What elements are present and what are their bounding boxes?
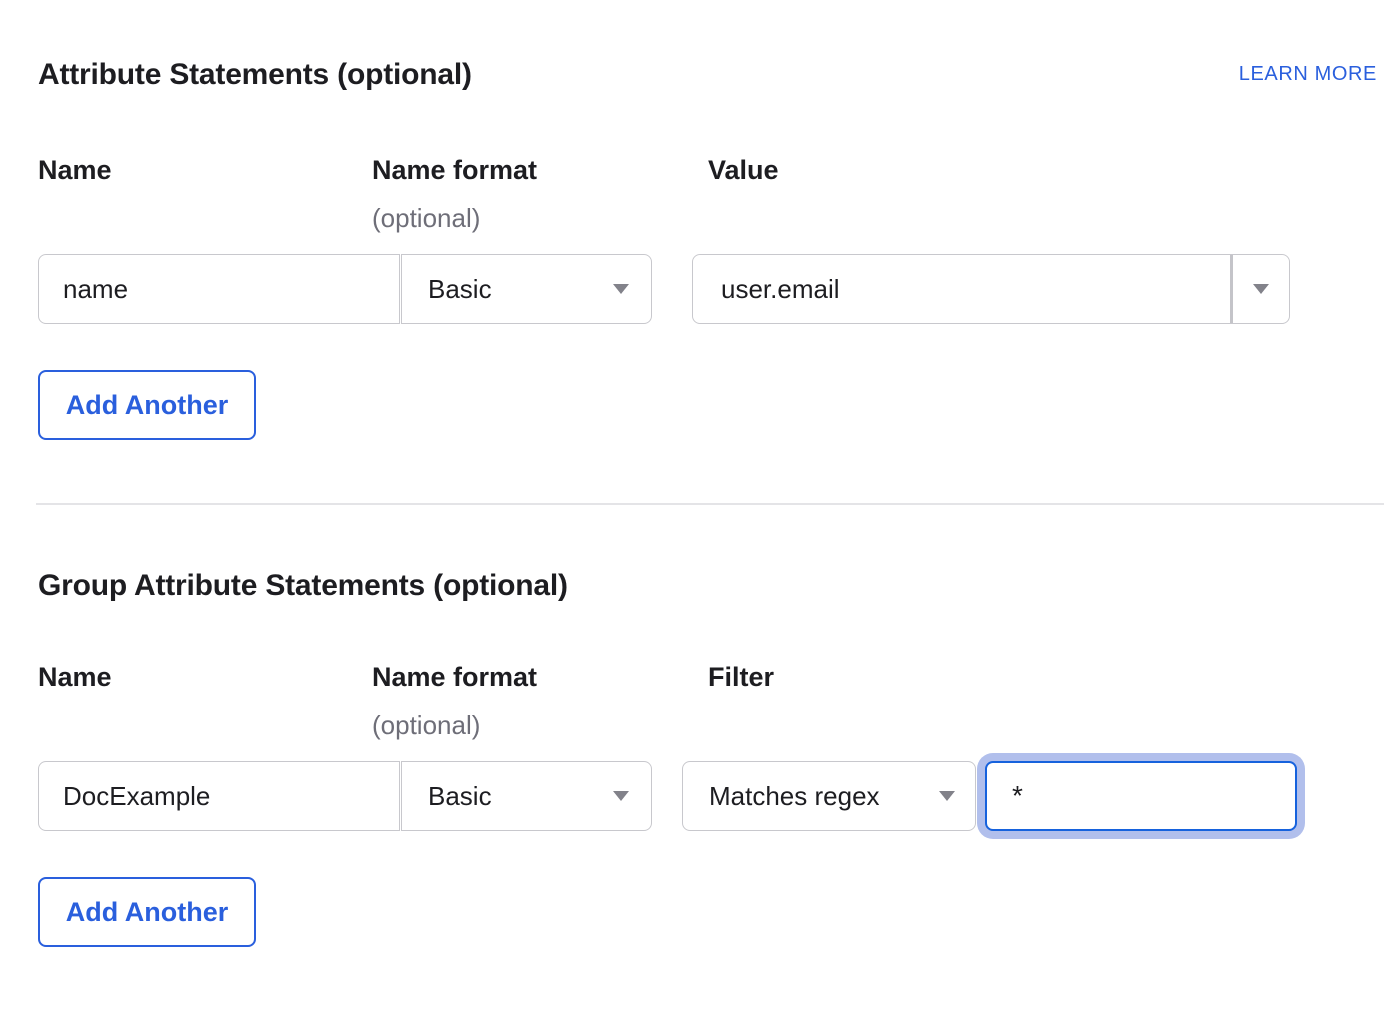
column-label-name: Name <box>38 155 372 185</box>
column-note-optional: (optional) <box>372 203 708 233</box>
add-another-button[interactable]: Add Another <box>38 877 256 947</box>
attribute-statements-section: Attribute Statements (optional) LEARN MO… <box>38 57 1377 440</box>
attribute-statement-row: Basic <box>38 254 1377 324</box>
chevron-down-icon <box>613 791 629 801</box>
column-label-value: Value <box>708 155 1377 185</box>
add-another-button[interactable]: Add Another <box>38 370 256 440</box>
attribute-statements-column-labels: Name Name format (optional) Value <box>38 155 1377 233</box>
attribute-value-combo <box>692 254 1290 324</box>
group-attribute-name-input[interactable] <box>38 761 400 831</box>
name-and-format-group: Basic <box>38 254 652 324</box>
filter-type-selected-value: Matches regex <box>709 781 880 812</box>
chevron-down-icon <box>1253 284 1269 294</box>
group-attribute-statement-row: Basic Matches regex <box>38 761 1377 831</box>
group-name-format-selected-value: Basic <box>428 781 492 812</box>
name-format-select[interactable]: Basic <box>401 254 652 324</box>
attribute-name-input[interactable] <box>38 254 400 324</box>
filter-type-select[interactable]: Matches regex <box>682 761 976 831</box>
chevron-down-icon <box>939 791 955 801</box>
learn-more-link[interactable]: LEARN MORE <box>1239 60 1377 88</box>
group-name-and-format-group: Basic <box>38 761 652 831</box>
name-format-selected-value: Basic <box>428 274 492 305</box>
group-attribute-statements-section: Group Attribute Statements (optional) Na… <box>38 568 1377 947</box>
chevron-down-icon <box>613 284 629 294</box>
attribute-statements-title: Attribute Statements (optional) <box>38 57 472 93</box>
column-label-filter: Filter <box>708 662 1377 692</box>
group-attribute-statements-column-labels: Name Name format (optional) Filter <box>38 662 1377 740</box>
saml-settings-page: Attribute Statements (optional) LEARN MO… <box>0 57 1384 947</box>
group-attribute-statements-title: Group Attribute Statements (optional) <box>38 568 568 604</box>
attribute-value-input[interactable] <box>693 255 1230 323</box>
column-label-name-format: Name format <box>372 662 708 692</box>
column-label-name-format: Name format <box>372 155 708 185</box>
column-label-name: Name <box>38 662 372 692</box>
filter-value-input[interactable] <box>985 761 1297 831</box>
section-divider <box>36 503 1384 505</box>
attribute-value-dropdown-button[interactable] <box>1230 255 1289 323</box>
group-name-format-select[interactable]: Basic <box>401 761 652 831</box>
column-note-optional: (optional) <box>372 710 708 740</box>
